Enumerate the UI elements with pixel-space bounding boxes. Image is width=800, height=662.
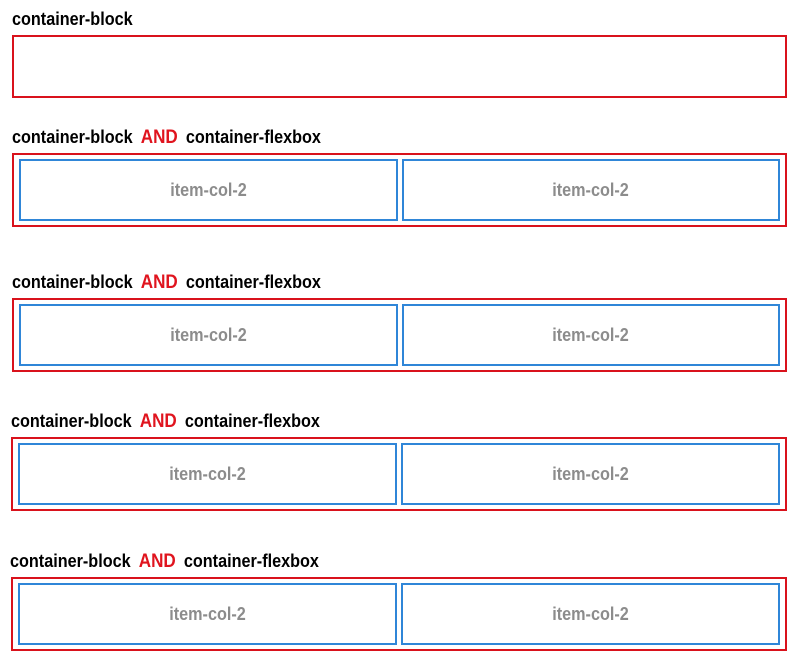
item-label: item-col-2	[552, 463, 629, 484]
heading-and-label: AND	[140, 272, 178, 293]
heading-and-label: AND	[139, 411, 177, 432]
item-col-2-box: item-col-2	[401, 443, 780, 505]
item-col-2-box: item-col-2	[18, 443, 397, 505]
container-flexbox-3: item-col-2 item-col-2	[11, 437, 787, 511]
item-label: item-col-2	[552, 603, 629, 624]
container-flexbox-2: item-col-2 item-col-2	[12, 298, 787, 372]
container-block-box	[12, 35, 787, 98]
section-heading-1: container-block AND container-flexbox	[12, 127, 321, 148]
heading-left-label: container-block	[12, 127, 133, 147]
container-flexbox-4: item-col-2 item-col-2	[11, 577, 787, 651]
heading-right-label: container-flexbox	[184, 411, 320, 431]
item-col-2-box: item-col-2	[401, 304, 780, 366]
section-heading-4: container-block AND container-flexbox	[10, 551, 319, 572]
item-label: item-col-2	[169, 603, 246, 624]
heading-label: container-block	[12, 9, 133, 29]
item-col-2-box: item-col-2	[19, 159, 398, 221]
heading-and-label: AND	[138, 551, 176, 572]
heading-left-label: container-block	[11, 411, 132, 431]
item-label: item-col-2	[169, 324, 247, 345]
heading-left-label: container-block	[12, 272, 133, 292]
heading-left-label: container-block	[10, 551, 131, 571]
heading-right-label: container-flexbox	[185, 272, 321, 292]
item-label: item-col-2	[552, 324, 630, 345]
heading-right-label: container-flexbox	[185, 127, 321, 147]
item-col-2-box: item-col-2	[401, 583, 780, 645]
item-label: item-col-2	[552, 179, 630, 200]
item-col-2-box: item-col-2	[19, 304, 398, 366]
item-label: item-col-2	[169, 463, 246, 484]
heading-and-label: AND	[140, 127, 178, 148]
item-col-2-box: item-col-2	[18, 583, 397, 645]
heading-right-label: container-flexbox	[183, 551, 319, 571]
container-flexbox-1: item-col-2 item-col-2	[12, 153, 787, 227]
item-col-2-box: item-col-2	[401, 159, 780, 221]
section-heading-2: container-block AND container-flexbox	[12, 272, 321, 293]
section-heading-3: container-block AND container-flexbox	[11, 411, 320, 432]
item-label: item-col-2	[169, 179, 247, 200]
section-heading-block: container-block	[12, 9, 133, 29]
